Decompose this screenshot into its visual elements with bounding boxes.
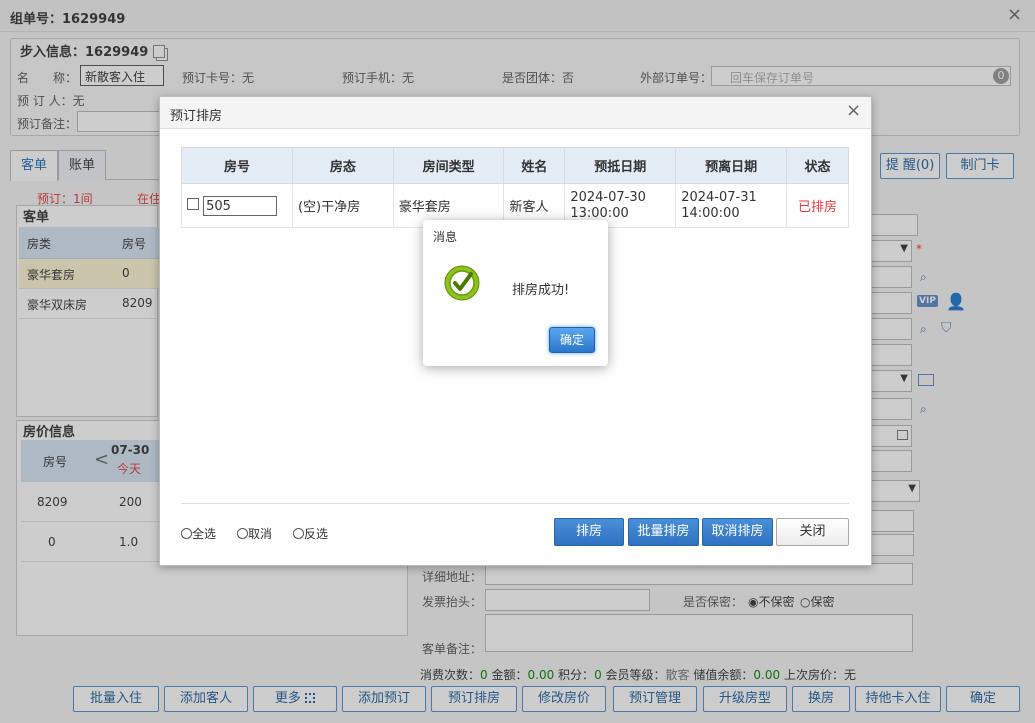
cancel-assign-button[interactable]: 取消排房 [702, 518, 773, 546]
radio-select-all[interactable]: 全选 [181, 525, 216, 542]
assign-table: 房号 房态 房间类型 姓名 预抵日期 预离日期 状态 505 (空)干净房 豪华… [181, 147, 849, 228]
success-check-icon [444, 265, 480, 301]
room-status: (空)干净房 [291, 183, 394, 228]
dialog-divider [181, 503, 849, 504]
ok-button[interactable]: 确定 [549, 327, 595, 353]
room-number-input[interactable]: 505 [203, 195, 278, 216]
assign-state: 已排房 [786, 183, 849, 228]
close-dialog-button[interactable]: 关闭 [776, 518, 849, 546]
radio-cancel[interactable]: 取消 [237, 525, 272, 542]
assign-table-header: 房号 房态 房间类型 姓名 预抵日期 预离日期 状态 [181, 147, 849, 184]
message-title: 消息 [433, 230, 458, 244]
departure-cell: 2024-07-31 14:00:00 [675, 183, 788, 228]
message-text: 排房成功! [512, 283, 570, 298]
radio-icon [237, 528, 248, 539]
dialog-close-icon[interactable]: × [846, 102, 861, 120]
message-box: 消息 排房成功! 确定 [423, 220, 608, 366]
radio-invert[interactable]: 反选 [293, 525, 328, 542]
radio-icon [181, 528, 192, 539]
dialog-title: 预订排房 [170, 109, 223, 124]
batch-assign-button[interactable]: 批量排房 [628, 518, 699, 546]
dialog-title-bar: 预订排房 × [160, 97, 871, 129]
radio-icon [293, 528, 304, 539]
assign-room-button[interactable]: 排房 [554, 518, 624, 546]
row-checkbox[interactable] [187, 198, 199, 210]
